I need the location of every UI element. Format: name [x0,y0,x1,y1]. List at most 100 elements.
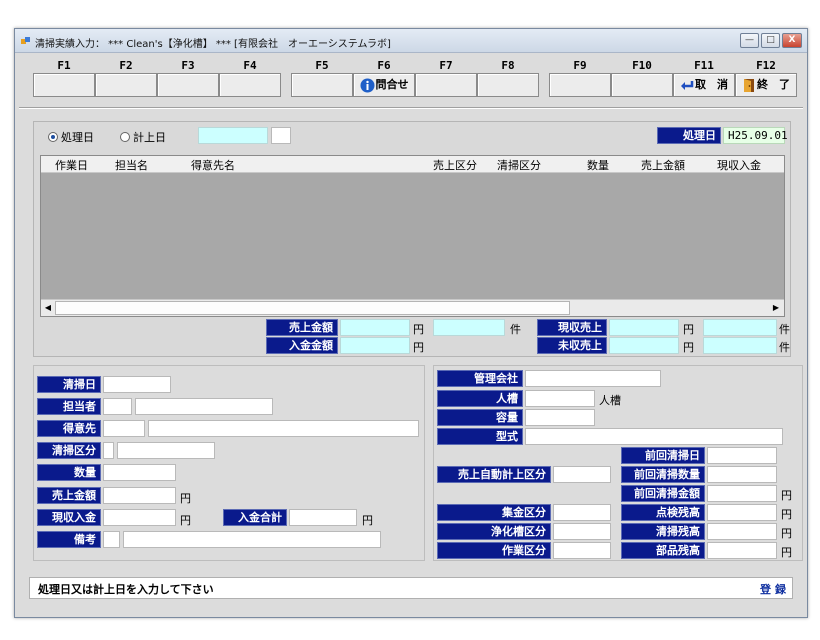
fkey-f11-button[interactable]: 取 消 [673,73,735,97]
persons-tank-field [525,390,595,407]
radio-posting-date-label: 計上日 [133,131,166,144]
processing-date-value: H25.09.01 [723,127,788,144]
prev-cleaning-date-field [707,447,777,464]
grid-header: 作業日 担当名 得意先名 売上区分 清掃区分 数量 売上金額 現収入金 [41,156,784,173]
info-icon [360,78,374,92]
cleaning-type-code-input[interactable] [103,442,114,459]
model-field [525,428,783,445]
fkey-f2-button[interactable] [95,73,157,97]
management-company-field [525,370,661,387]
prev-cleaning-amount-label: 前回清掃金額 [621,485,705,502]
remarks-label: 備考 [37,531,101,548]
fkey-f12-button[interactable]: 終 了 [735,73,797,97]
status-bar: 処理日又は計上日を入力して下さい 登録 [29,577,793,599]
date-input[interactable] [198,127,268,144]
radio-processing-date[interactable]: 処理日 [48,129,94,145]
model-label: 型式 [437,428,523,445]
fkey-f1-button[interactable] [33,73,95,97]
fkey-label-f11: F11 [694,59,714,72]
parts-balance-field [707,542,777,559]
payment-amount-label: 入金金額 [266,337,338,354]
fkey-f7-button[interactable] [415,73,477,97]
cash-sales-yen: 円 [683,323,694,336]
col-sales-type[interactable]: 売上区分 [433,157,477,173]
fkey-label-f4: F4 [243,59,257,72]
fkey-label-f12: F12 [756,59,776,72]
prev-cleaning-date-label: 前回清掃日 [621,447,705,464]
date-suffix-input[interactable] [271,127,291,144]
unpaid-sales-yen: 円 [683,341,694,354]
cleaning-balance-label: 清掃残高 [621,523,705,540]
col-customer-name[interactable]: 得意先名 [191,157,235,173]
inspection-balance-label: 点検残高 [621,504,705,521]
close-button[interactable]: X [782,33,802,48]
sales-amount-form-yen: 円 [180,492,191,505]
payment-total-yen: 円 [362,514,373,527]
prev-cleaning-amount-field [707,485,777,502]
fkey-f4-button[interactable] [219,73,281,97]
col-work-date[interactable]: 作業日 [55,157,88,173]
fkey-label-f10: F10 [632,59,652,72]
cash-sales-amount [609,319,679,336]
inspection-balance-field [707,504,777,521]
col-quantity[interactable]: 数量 [587,157,609,173]
fkey-label-f8: F8 [501,59,515,72]
radio-posting-date[interactable]: 計上日 [120,129,166,145]
results-grid[interactable]: 作業日 担当名 得意先名 売上区分 清掃区分 数量 売上金額 現収入金 ◀ ▶ [40,155,785,317]
cleaning-balance-yen: 円 [781,527,792,540]
cash-received-input[interactable] [103,509,176,526]
fkey-f3-button[interactable] [157,73,219,97]
fkey-f10-button[interactable] [611,73,673,97]
customer-label: 得意先 [37,420,101,437]
fkey-label-f9: F9 [573,59,587,72]
fkey-f8-button[interactable] [477,73,539,97]
parts-balance-yen: 円 [781,546,792,559]
scroll-right-icon[interactable]: ▶ [769,302,783,314]
auto-posting-type-field [553,466,611,483]
collection-type-field [553,504,611,521]
col-cleaning-type[interactable]: 清掃区分 [497,157,541,173]
prev-cleaning-amount-yen: 円 [781,489,792,502]
cleaning-date-input[interactable] [103,376,171,393]
customer-code-input[interactable] [103,420,145,437]
fkey-label-f3: F3 [181,59,195,72]
scroll-thumb[interactable] [55,301,570,315]
radio-unselected-dot [120,132,130,142]
fkey-f6-label: 問合せ [375,78,409,91]
remarks-code-input[interactable] [103,531,120,548]
col-staff-name[interactable]: 担当名 [115,157,148,173]
fkey-f6-button[interactable]: 問合せ [353,73,415,97]
restore-button[interactable]: □ [761,33,780,48]
sales-amount-input[interactable] [103,487,176,504]
col-sales-amount[interactable]: 売上金額 [641,157,685,173]
customer-name-field[interactable] [148,420,419,437]
fkey-f5-button[interactable] [291,73,353,97]
cleaning-type-name-field[interactable] [117,442,215,459]
sales-amount-form-label: 売上金額 [37,487,101,504]
cash-received-label: 現収入金 [37,509,101,526]
fkey-f12-label: 終 了 [757,78,790,91]
horizontal-scrollbar[interactable]: ◀ ▶ [41,299,784,316]
payment-amount-total [340,337,410,354]
fkey-label-f2: F2 [119,59,133,72]
staff-label: 担当者 [37,398,101,415]
col-cash-received[interactable]: 現収入金 [717,157,761,173]
staff-name-field[interactable] [135,398,273,415]
application-window: 清掃実績入力： *** Clean's【浄化槽】 *** [有限会社 オーエーシ… [14,28,808,618]
cleaning-balance-field [707,523,777,540]
staff-code-input[interactable] [103,398,132,415]
fkey-f9-button[interactable] [549,73,611,97]
auto-posting-type-label: 売上自動計上区分 [437,466,551,483]
register-button[interactable]: 登録 [760,581,790,597]
minimize-button[interactable]: — [740,33,759,48]
sales-amount-yen: 円 [413,323,424,336]
management-company-label: 管理会社 [437,370,523,387]
remarks-input[interactable] [123,531,381,548]
sales-count [433,319,505,336]
sales-amount-total [340,319,410,336]
capacity-label: 容量 [437,409,523,426]
cash-sales-count-unit: 件 [779,323,790,336]
quantity-input[interactable] [103,464,176,481]
sales-count-unit: 件 [510,323,521,336]
scroll-left-icon[interactable]: ◀ [41,302,55,314]
